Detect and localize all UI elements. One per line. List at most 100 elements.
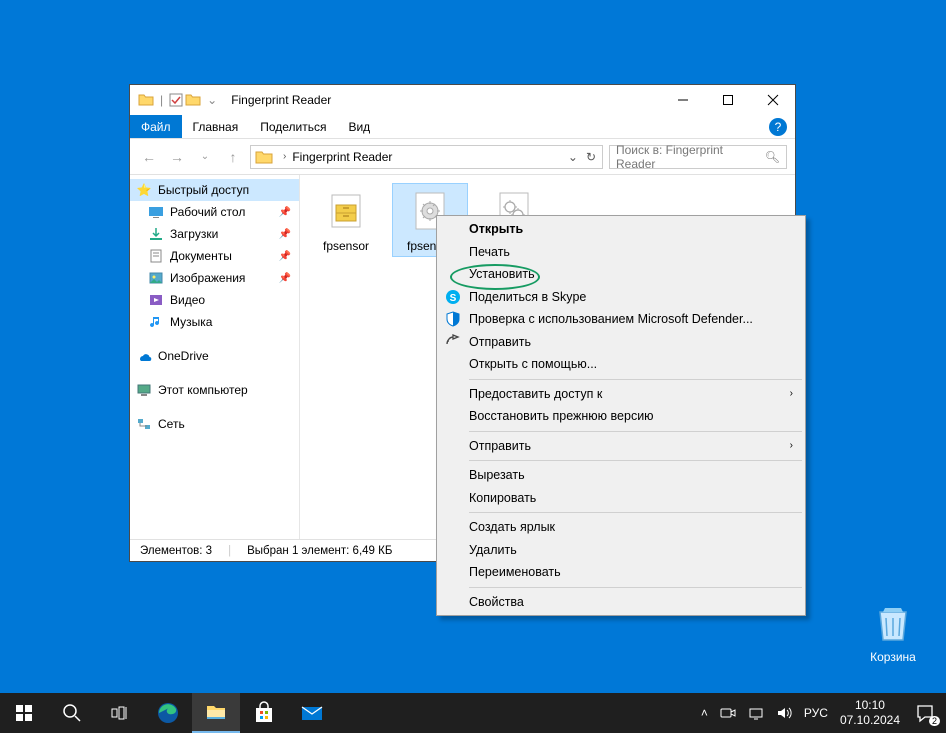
onedrive-icon (136, 348, 152, 364)
search-button[interactable] (48, 693, 96, 733)
tab-home[interactable]: Главная (182, 115, 250, 138)
qat-chevron[interactable]: ⌄ (203, 93, 221, 107)
window-title: Fingerprint Reader (231, 93, 331, 107)
taskbar-clock[interactable]: 10:10 07.10.2024 (840, 698, 900, 728)
ctx-shortcut[interactable]: Создать ярлык (439, 516, 803, 539)
sidebar-videos[interactable]: Видео (130, 289, 299, 311)
desktop-icon-recyclebin[interactable]: Корзина (858, 600, 928, 664)
sidebar-documents[interactable]: Документы📌 (130, 245, 299, 267)
search-icon: 🔍︎ (765, 150, 780, 164)
ctx-restore[interactable]: Восстановить прежнюю версию (439, 405, 803, 428)
breadcrumb-bar[interactable]: › Fingerprint Reader ⌄ ↻ (250, 145, 603, 169)
clock-date: 07.10.2024 (840, 713, 900, 728)
pictures-icon (148, 270, 164, 286)
svg-text:S: S (450, 293, 457, 304)
context-menu: Открыть Печать Установить SПоделиться в … (436, 215, 806, 616)
ribbon-tabs: Файл Главная Поделиться Вид ? (130, 115, 795, 139)
ctx-grantaccess[interactable]: Предоставить доступ к› (439, 383, 803, 406)
chevron-right-icon[interactable]: › (283, 151, 286, 162)
tray-network-icon[interactable] (748, 705, 764, 721)
documents-icon (148, 248, 164, 264)
ctx-properties[interactable]: Свойства (439, 591, 803, 614)
star-icon: ⭐ (136, 182, 152, 198)
sidebar-quick-access[interactable]: ⭐Быстрый доступ (130, 179, 299, 201)
chevron-right-icon: › (790, 388, 793, 399)
pin-icon: 📌 (279, 251, 291, 262)
titlebar: | ⌄ Fingerprint Reader (130, 85, 795, 115)
cab-file-icon (322, 187, 370, 235)
close-button[interactable] (750, 85, 795, 115)
pc-icon (136, 382, 152, 398)
chevron-down-icon[interactable]: ⌄ (568, 150, 578, 164)
up-button[interactable]: ↑ (222, 146, 244, 168)
ctx-copy[interactable]: Копировать (439, 487, 803, 510)
network-icon (136, 416, 152, 432)
status-count: Элементов: 3 (140, 545, 212, 557)
folder-icon (255, 148, 273, 166)
tray-chevron-up-icon[interactable]: ˄ (701, 706, 708, 720)
tray-language[interactable]: РУС (804, 706, 828, 720)
system-tray: ˄ РУС 10:10 07.10.2024 2 (701, 698, 946, 728)
search-placeholder: Поиск в: Fingerprint Reader (616, 143, 765, 171)
status-selection: Выбран 1 элемент: 6,49 КБ (247, 545, 392, 557)
explorer-button[interactable] (192, 693, 240, 733)
sidebar-thispc[interactable]: Этот компьютер (130, 379, 299, 401)
help-icon[interactable]: ? (769, 118, 787, 136)
search-input[interactable]: Поиск в: Fingerprint Reader 🔍︎ (609, 145, 787, 169)
notif-badge: 2 (929, 716, 940, 726)
folder-icon-2 (185, 92, 201, 108)
sidebar-desktop[interactable]: Рабочий стол📌 (130, 201, 299, 223)
minimize-button[interactable] (660, 85, 705, 115)
ctx-share[interactable]: Отправить (439, 331, 803, 354)
ctx-delete[interactable]: Удалить (439, 539, 803, 562)
maximize-button[interactable] (705, 85, 750, 115)
forward-button[interactable]: → (166, 146, 188, 168)
mail-button[interactable] (288, 693, 336, 733)
sidebar-pictures[interactable]: Изображения📌 (130, 267, 299, 289)
taskbar: ˄ РУС 10:10 07.10.2024 2 (0, 693, 946, 733)
share-icon (445, 334, 461, 350)
sidebar-onedrive[interactable]: OneDrive (130, 345, 299, 367)
breadcrumb-text[interactable]: Fingerprint Reader (292, 150, 392, 164)
sidebar-music[interactable]: Музыка (130, 311, 299, 333)
qat-checkbox-icon[interactable] (169, 93, 183, 107)
back-button[interactable]: ← (138, 146, 160, 168)
tab-file[interactable]: Файл (130, 115, 182, 138)
qat-sep: | (156, 93, 167, 107)
store-button[interactable] (240, 693, 288, 733)
skype-icon: S (445, 289, 461, 305)
tab-share[interactable]: Поделиться (249, 115, 337, 138)
tray-meet-icon[interactable] (720, 705, 736, 721)
pin-icon: 📌 (279, 207, 291, 218)
clock-time: 10:10 (840, 698, 900, 713)
ctx-print[interactable]: Печать (439, 241, 803, 264)
refresh-icon[interactable]: ↻ (586, 150, 596, 164)
defender-icon (445, 311, 461, 327)
music-icon (148, 314, 164, 330)
downloads-icon (148, 226, 164, 242)
ctx-skype[interactable]: SПоделиться в Skype (439, 286, 803, 309)
file-item[interactable]: fpsensor (308, 183, 384, 257)
edge-button[interactable] (144, 693, 192, 733)
sidebar-network[interactable]: Сеть (130, 413, 299, 435)
notifications-button[interactable]: 2 (912, 700, 938, 726)
ctx-sendto[interactable]: Отправить› (439, 435, 803, 458)
tray-volume-icon[interactable] (776, 705, 792, 721)
ctx-cut[interactable]: Вырезать (439, 464, 803, 487)
recyclebin-label: Корзина (858, 650, 928, 664)
chevron-right-icon: › (790, 440, 793, 451)
taskview-button[interactable] (96, 693, 144, 733)
nav-sidebar: ⭐Быстрый доступ Рабочий стол📌 Загрузки📌 … (130, 175, 300, 539)
videos-icon (148, 292, 164, 308)
ctx-rename[interactable]: Переименовать (439, 561, 803, 584)
ctx-openwith[interactable]: Открыть с помощью... (439, 353, 803, 376)
recent-dropdown[interactable]: ⌄ (194, 146, 216, 168)
pin-icon: 📌 (279, 229, 291, 240)
tab-view[interactable]: Вид (337, 115, 381, 138)
ctx-defender[interactable]: Проверка с использованием Microsoft Defe… (439, 308, 803, 331)
sidebar-downloads[interactable]: Загрузки📌 (130, 223, 299, 245)
start-button[interactable] (0, 693, 48, 733)
desktop-icon (148, 204, 164, 220)
ctx-install[interactable]: Установить (439, 263, 803, 286)
ctx-open[interactable]: Открыть (439, 218, 803, 241)
